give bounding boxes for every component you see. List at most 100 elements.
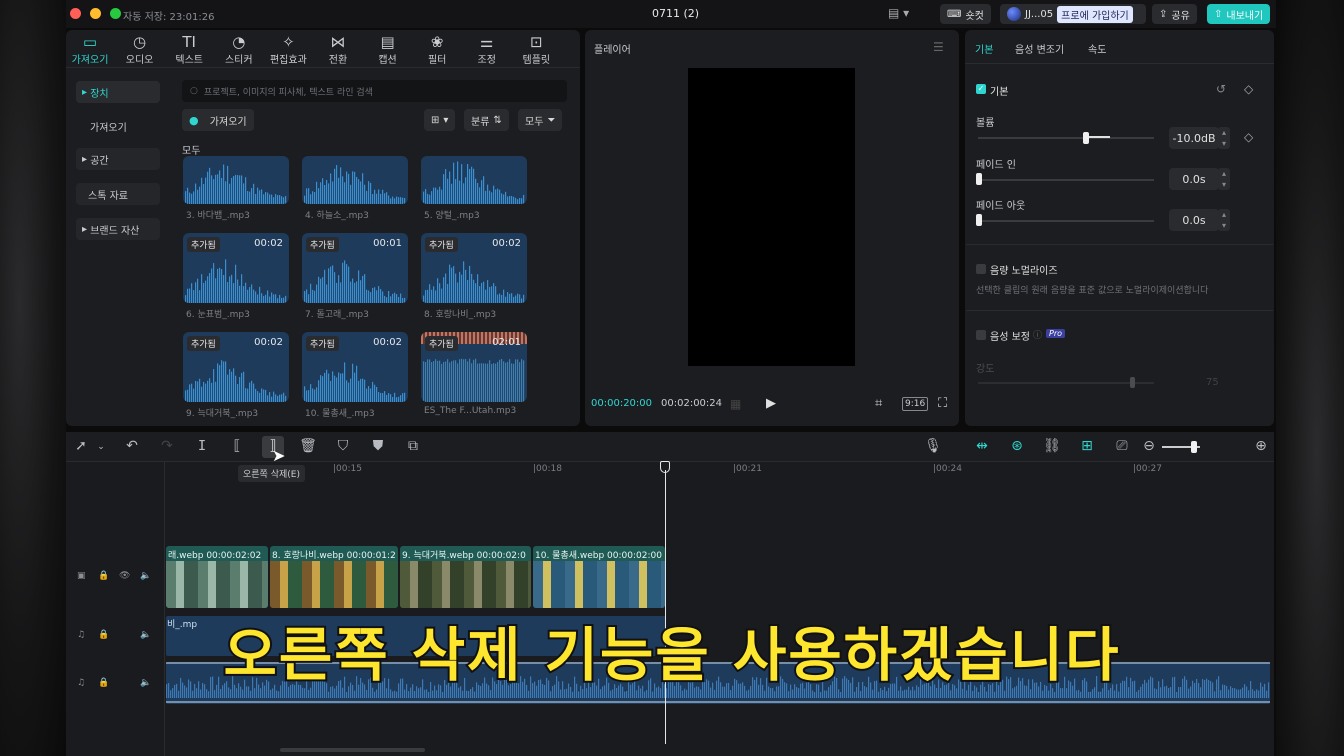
filter-button[interactable]: 모두 ⏷ — [518, 109, 563, 131]
media-item[interactable] — [421, 156, 527, 204]
tab-transition[interactable]: ⋈ 전환 — [314, 33, 362, 66]
tab-voice-changer[interactable]: 음성 변조기 — [1015, 41, 1064, 56]
media-item[interactable]: 추가됨 00:02 — [421, 233, 527, 303]
sidebar-item-space[interactable]: ▸ 공간 — [76, 148, 160, 170]
normalize-checkbox[interactable] — [976, 264, 986, 274]
fade-out-value[interactable]: 0.0s — [1169, 209, 1219, 231]
volume-value[interactable]: -10.0dB — [1169, 127, 1219, 149]
tab-import[interactable]: ▭ 가져오기 — [66, 33, 114, 66]
fullscreen-icon[interactable]: ⛶ — [938, 396, 947, 411]
link-icon[interactable]: ⛓ — [1043, 438, 1061, 454]
tab-caption[interactable]: ▤ 캡션 — [364, 33, 412, 66]
lock-icon[interactable]: 🔒 — [98, 571, 109, 581]
sidebar-item-import[interactable]: 가져오기 — [76, 115, 160, 137]
media-item[interactable] — [183, 156, 289, 204]
export-button[interactable]: ⇧ 내보내기 — [1207, 4, 1271, 24]
sidebar-item-device[interactable]: ▸ 장치 — [76, 81, 160, 103]
import-icon: ▭ — [82, 33, 98, 51]
pro-signup-button[interactable]: 프로에 가입하기 — [1057, 5, 1133, 23]
fit-icon[interactable]: ⎚ — [1113, 438, 1131, 454]
media-item[interactable]: 추가됨 00:02 — [183, 332, 289, 402]
fade-out-slider[interactable] — [978, 220, 1154, 222]
sidebar-item-stock[interactable]: 스톡 자료 — [76, 183, 160, 205]
voice-enhance-checkbox[interactable] — [976, 330, 986, 340]
fade-in-slider[interactable] — [978, 179, 1154, 181]
layout-icon[interactable]: ▤ ▾ — [888, 6, 909, 20]
autosave-status: 자동 저장: 23:01:26 — [123, 12, 215, 23]
delete-icon[interactable]: 🗑 — [299, 438, 317, 454]
microphone-icon[interactable]: 🎙 — [924, 438, 942, 454]
tab-audio[interactable]: ◷ 오디오 — [116, 33, 164, 66]
close-window-button[interactable] — [70, 8, 81, 19]
chevron-down-icon[interactable]: ⌄ — [92, 442, 110, 452]
sidebar-item-brand[interactable]: ▸ 브랜드 자산 — [76, 218, 160, 240]
delete-left-icon[interactable]: ⟦ — [228, 438, 246, 454]
auto-snap-icon[interactable]: ⊛ — [1008, 438, 1026, 454]
playhead-handle[interactable] — [660, 461, 670, 473]
sort-button[interactable]: 분류 ⇅ — [464, 109, 509, 131]
eye-icon[interactable]: 👁 — [119, 571, 130, 581]
volume-keyframe-icon[interactable]: ◇ — [1244, 130, 1253, 144]
basic-checkbox[interactable]: ✓ — [976, 84, 986, 94]
help-icon[interactable]: ⓘ — [1033, 328, 1042, 341]
video-clip[interactable]: 10. 물총새.webp 00:00:02:00 — [533, 546, 665, 608]
zoom-out-icon[interactable]: ⊖ — [1140, 438, 1158, 454]
video-clip[interactable]: 9. 늑대거북.webp 00:00:02:0 — [400, 546, 531, 608]
video-clip[interactable]: 래.webp 00:00:02:02 — [166, 546, 268, 608]
undo-icon[interactable]: ↶ — [123, 438, 141, 454]
select-tool-icon[interactable]: ➚ — [72, 438, 90, 454]
magnet-icon[interactable]: ⇹ — [973, 438, 991, 454]
share-button[interactable]: ⇪ 공유 — [1152, 4, 1197, 24]
media-item[interactable]: 추가됨 00:02 — [302, 332, 408, 402]
maximize-window-button[interactable] — [110, 8, 121, 19]
import-button[interactable]: ● 가져오기 — [182, 109, 254, 131]
aspect-ratio-button[interactable]: 9:16 — [902, 397, 929, 411]
split-icon[interactable]: ⵊ — [193, 438, 211, 454]
tab-label: 편집효과 — [269, 55, 307, 66]
play-icon[interactable]: ▶ — [766, 396, 776, 411]
volume-stepper[interactable]: ▴ ▾ — [1218, 127, 1230, 149]
speaker-icon[interactable]: 🔈 — [140, 571, 151, 581]
tab-filter[interactable]: ❀ 필터 — [413, 33, 461, 66]
timeline-scrollbar[interactable] — [280, 748, 425, 752]
menu-icon[interactable]: ☰ — [933, 40, 944, 54]
zoom-slider-knob[interactable] — [1191, 441, 1197, 453]
reset-icon[interactable]: ↺ — [1216, 82, 1226, 96]
timecode-grid-icon[interactable]: ▦ — [730, 397, 741, 411]
tab-basic[interactable]: 기본 — [975, 41, 993, 56]
keyframe-icon[interactable]: ◇ — [1244, 82, 1253, 96]
screenshot-icon[interactable]: ⌗ — [875, 396, 882, 411]
playhead-line[interactable] — [665, 470, 666, 744]
tab-template[interactable]: ⊡ 템플릿 — [512, 33, 560, 66]
volume-slider-knob[interactable] — [1083, 132, 1089, 144]
duration-label: 00:02 — [254, 238, 283, 249]
media-item[interactable]: 추가됨 00:01 — [302, 233, 408, 303]
shield-icon[interactable]: ⛉ — [334, 438, 352, 454]
media-item[interactable]: 추가됨 02:01 — [421, 332, 527, 402]
sort-icon: ⇅ — [493, 114, 502, 126]
fade-out-stepper[interactable]: ▴ ▾ — [1218, 209, 1230, 231]
zoom-in-icon[interactable]: ⊕ — [1252, 438, 1270, 454]
video-clip[interactable]: 8. 호랑나비.webp 00:00:01:2 — [270, 546, 398, 608]
image-edit-icon[interactable]: ⧉ — [404, 438, 422, 454]
minimize-window-button[interactable] — [90, 8, 101, 19]
tab-effects[interactable]: ✧ 편집효과 — [264, 33, 312, 66]
tab-adjust[interactable]: ⚌ 조정 — [463, 33, 511, 66]
volume-slider[interactable] — [978, 137, 1154, 139]
shortcut-button[interactable]: ⌨ 숏컷 — [940, 4, 991, 24]
fade-in-stepper[interactable]: ▴ ▾ — [1218, 168, 1230, 190]
media-item[interactable] — [302, 156, 408, 204]
tab-text[interactable]: TI 텍스트 — [165, 33, 213, 66]
marker-icon[interactable]: ⛊ — [369, 438, 387, 454]
tab-sticker[interactable]: ◔ 스티커 — [215, 33, 263, 66]
media-item[interactable]: 추가됨 00:02 — [183, 233, 289, 303]
fade-in-knob[interactable] — [976, 173, 982, 185]
account-button[interactable]: JJ...05 프로에 가입하기 — [1000, 4, 1146, 24]
media-search-input[interactable]: ○ 프로젝트, 이미지의 피사체, 텍스트 라인 검색 — [182, 80, 567, 102]
fade-out-knob[interactable] — [976, 214, 982, 226]
preview-axis-icon[interactable]: ⊞ — [1078, 438, 1096, 454]
fade-in-value[interactable]: 0.0s — [1169, 168, 1219, 190]
tab-speed[interactable]: 속도 — [1088, 41, 1106, 56]
redo-icon[interactable]: ↷ — [158, 438, 176, 454]
view-mode-button[interactable]: ⊞ ▾ — [424, 109, 456, 131]
